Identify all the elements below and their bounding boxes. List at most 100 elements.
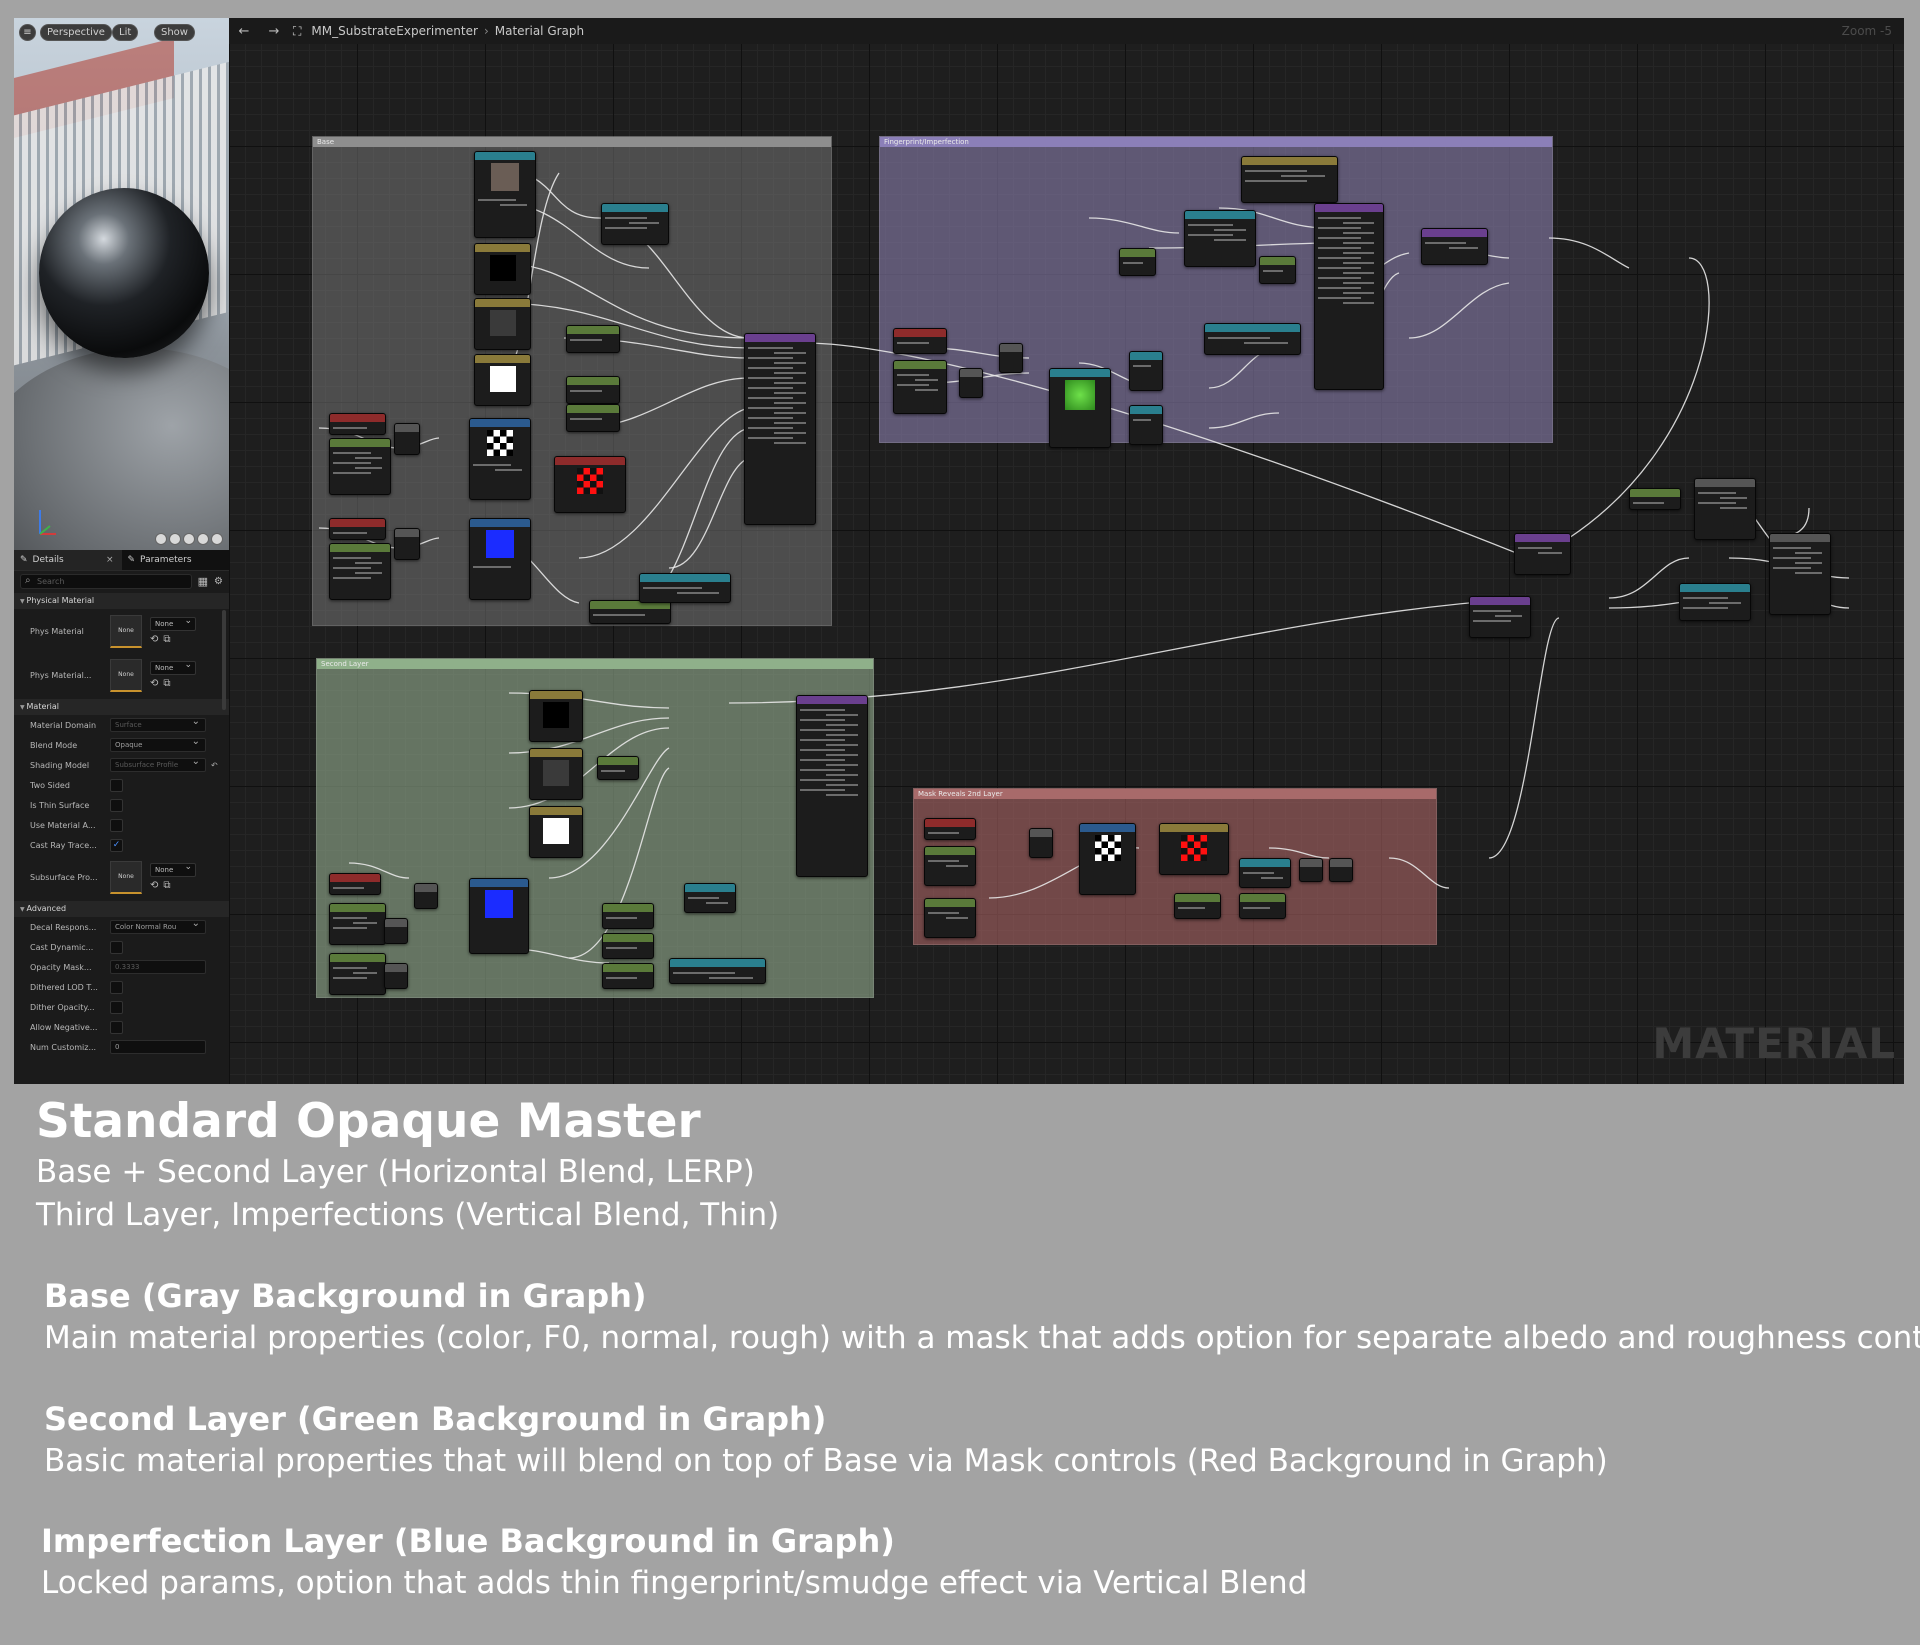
breadcrumb-material[interactable]: MM_SubstrateExperimenter xyxy=(311,24,478,38)
graph-node[interactable] xyxy=(1241,156,1338,203)
cube-shape-icon[interactable] xyxy=(197,533,209,545)
comment-box-second-layer[interactable]: Second Layer xyxy=(316,658,874,998)
forward-arrow-icon[interactable]: → xyxy=(259,24,289,39)
graph-node[interactable] xyxy=(1694,478,1756,540)
blend-mode-dropdown[interactable]: Opaque xyxy=(110,736,206,752)
graph-node[interactable] xyxy=(1629,488,1681,510)
phys-material-mask-thumbnail[interactable]: None xyxy=(110,658,142,692)
asset-browse-icons[interactable]: ⟲⧉ xyxy=(150,880,196,891)
preview-viewport[interactable]: ≡ Perspective Lit Show xyxy=(14,18,229,550)
graph-node[interactable] xyxy=(1029,828,1053,858)
graph-node[interactable] xyxy=(1129,405,1163,445)
graph-node[interactable] xyxy=(589,600,671,624)
gear-icon[interactable]: ⚙ xyxy=(214,576,223,587)
graph-node[interactable] xyxy=(474,354,531,406)
graph-node[interactable] xyxy=(529,690,583,742)
tab-parameters[interactable]: ✎ Parameters xyxy=(122,550,230,570)
graph-node[interactable] xyxy=(394,528,420,560)
graph-node[interactable] xyxy=(474,298,531,350)
graph-node[interactable] xyxy=(474,243,531,295)
section-physical-material[interactable]: Physical Material xyxy=(14,593,229,609)
perspective-button[interactable]: Perspective xyxy=(40,24,112,41)
graph-node[interactable] xyxy=(924,818,976,840)
graph-node[interactable] xyxy=(924,846,976,886)
graph-node[interactable] xyxy=(684,883,736,913)
graph-node[interactable] xyxy=(1159,823,1229,875)
material-domain-dropdown[interactable]: Surface xyxy=(110,716,206,732)
graph-node[interactable] xyxy=(1514,533,1571,575)
graph-node[interactable] xyxy=(959,368,983,398)
graph-node[interactable] xyxy=(669,958,766,984)
graph-node[interactable] xyxy=(469,418,531,500)
close-icon[interactable]: × xyxy=(106,555,114,565)
viewport-menu-icon[interactable]: ≡ xyxy=(19,24,36,41)
graph-node[interactable] xyxy=(1049,368,1111,448)
thin-surface-checkbox[interactable] xyxy=(110,798,123,812)
cast-dynamic-checkbox[interactable] xyxy=(110,940,123,954)
graph-node[interactable] xyxy=(1314,203,1384,390)
preview-shape-buttons[interactable] xyxy=(155,533,223,545)
mesh-shape-icon[interactable] xyxy=(211,533,223,545)
show-button[interactable]: Show xyxy=(154,24,195,41)
graph-node[interactable] xyxy=(469,518,531,600)
section-material[interactable]: Material xyxy=(14,699,229,715)
num-customized-input[interactable]: 0 xyxy=(110,1040,206,1054)
graph-node[interactable] xyxy=(384,963,408,989)
graph-node[interactable] xyxy=(329,413,386,435)
graph-node[interactable] xyxy=(602,903,654,929)
graph-node[interactable] xyxy=(566,404,620,432)
graph-node[interactable] xyxy=(597,756,639,780)
graph-node[interactable] xyxy=(1079,823,1136,895)
cast-ray-traced-checkbox[interactable]: ✓ xyxy=(110,838,123,852)
phys-material-picker[interactable]: None xyxy=(150,615,196,631)
material-graph-canvas[interactable]: Base Fingerprint/Imperfection Second Lay… xyxy=(229,18,1904,1084)
decal-response-dropdown[interactable]: Color Normal Rou xyxy=(110,918,206,934)
graph-node[interactable] xyxy=(554,456,626,513)
graph-node[interactable] xyxy=(1119,248,1156,276)
allow-negative-checkbox[interactable] xyxy=(110,1020,123,1034)
graph-node[interactable] xyxy=(1129,351,1163,391)
phys-material-thumbnail[interactable]: None xyxy=(110,614,142,648)
graph-node[interactable] xyxy=(1239,893,1286,919)
graph-node[interactable] xyxy=(999,343,1023,373)
graph-node[interactable] xyxy=(796,695,868,877)
graph-node[interactable] xyxy=(639,573,731,603)
graph-node[interactable] xyxy=(1259,256,1296,284)
details-search-input[interactable]: Search xyxy=(20,573,192,589)
asset-browse-icons[interactable]: ⟲⧉ xyxy=(150,678,196,689)
section-advanced[interactable]: Advanced xyxy=(14,901,229,917)
graph-node[interactable] xyxy=(924,898,976,938)
reset-icon[interactable]: ↶ xyxy=(211,761,218,770)
graph-node[interactable] xyxy=(1421,228,1488,265)
graph-node[interactable] xyxy=(893,360,947,414)
plane-shape-icon[interactable] xyxy=(183,533,195,545)
graph-node[interactable] xyxy=(1239,858,1291,888)
graph-node[interactable] xyxy=(414,883,438,909)
tab-details[interactable]: ✎ Details × xyxy=(14,550,122,570)
lit-button[interactable]: Lit xyxy=(112,24,139,41)
graph-node[interactable] xyxy=(1679,583,1751,621)
dither-opacity-checkbox[interactable] xyxy=(110,1000,123,1014)
graph-node[interactable] xyxy=(329,953,386,995)
graph-node[interactable] xyxy=(566,376,620,404)
use-material-attributes-checkbox[interactable] xyxy=(110,818,123,832)
graph-node[interactable] xyxy=(893,328,947,354)
graph-node[interactable] xyxy=(329,543,391,600)
graph-node[interactable] xyxy=(1329,858,1353,882)
graph-node[interactable] xyxy=(1769,533,1831,615)
subsurface-profile-thumbnail[interactable]: None xyxy=(110,860,142,894)
graph-node[interactable] xyxy=(329,873,381,895)
graph-node[interactable] xyxy=(329,903,386,945)
graph-node[interactable] xyxy=(744,333,816,525)
asset-browse-icons[interactable]: ⟲⧉ xyxy=(150,634,196,645)
breadcrumb-graph[interactable]: Material Graph xyxy=(495,24,584,38)
opacity-mask-input[interactable]: 0.3333 xyxy=(110,960,206,974)
subsurface-profile-picker[interactable]: None xyxy=(150,861,196,877)
graph-node[interactable] xyxy=(602,933,654,959)
two-sided-checkbox[interactable] xyxy=(110,778,123,792)
graph-node[interactable] xyxy=(1204,323,1301,355)
graph-node[interactable] xyxy=(566,325,620,353)
graph-node[interactable] xyxy=(469,878,529,954)
table-view-icon[interactable]: ▦ xyxy=(198,575,208,588)
graph-node[interactable] xyxy=(1299,858,1323,882)
